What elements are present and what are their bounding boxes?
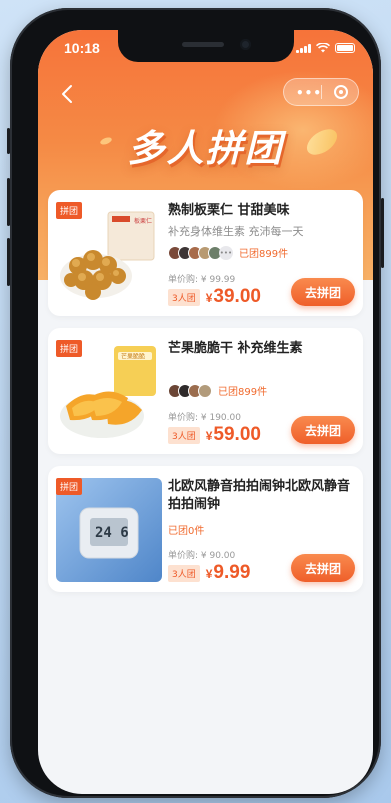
group-buy-tag: 拼团 [56, 202, 83, 219]
more-dots-icon[interactable]: ••• [296, 86, 322, 100]
product-card[interactable]: 板栗仁 拼团 熟制板栗仁 甘甜美味 补充身体维生素 充沛每一天 ••• 已团89… [48, 190, 363, 316]
svg-text:24 6: 24 6 [95, 525, 129, 541]
group-buy-tag: 拼团 [56, 340, 83, 357]
join-group-button[interactable]: 去拼团 [291, 278, 355, 306]
team-size-badge: 3人团 [168, 564, 200, 582]
team-size-badge: 3人团 [168, 288, 200, 306]
price-row: 3人团 ¥9.99 [168, 562, 250, 584]
record-circle-icon[interactable] [334, 85, 348, 99]
page-title: 多人拼团 [127, 127, 284, 170]
power-button [381, 198, 384, 268]
buyer-avatars: ••• 已团899件 [168, 245, 288, 260]
battery-icon [335, 43, 355, 53]
price-row: 3人团 ¥59.00 [168, 424, 261, 446]
joined-count: 已团0件 [168, 526, 205, 537]
phone-frame: 10:18 ••• 多人拼团 板栗仁 拼团 熟制板栗仁 甘甜美味 补充身体维生素… [7, 8, 384, 798]
unit-price: 单价购: ¥ 99.99 [168, 275, 236, 285]
capsule-divider [321, 85, 322, 99]
joined-count: 已团899件 [218, 387, 268, 398]
svg-text:板栗仁: 板栗仁 [134, 217, 152, 225]
mini-program-capsule: ••• [283, 78, 359, 106]
product-title[interactable]: 芒果脆脆干 补充维生素 [168, 340, 358, 358]
phone-screen: 10:18 ••• 多人拼团 板栗仁 拼团 熟制板栗仁 甘甜美味 补充身体维生素… [38, 30, 373, 794]
product-subtitle: 补充身体维生素 充沛每一天 [168, 225, 304, 238]
unit-price: 单价购: ¥ 90.00 [168, 551, 236, 561]
svg-text:芒果脆脆: 芒果脆脆 [121, 353, 145, 361]
avatar [198, 383, 212, 398]
product-title[interactable]: 北欧风静音拍拍闹钟北欧风静音拍拍闹钟 [168, 478, 358, 514]
group-price: ¥39.00 [205, 286, 261, 307]
unit-price: 单价购: ¥ 190.00 [168, 413, 241, 423]
group-price: ¥59.00 [205, 424, 261, 445]
wifi-icon [316, 43, 330, 53]
group-price: ¥9.99 [205, 562, 251, 583]
group-buy-tag: 拼团 [56, 478, 83, 495]
product-list: 板栗仁 拼团 熟制板栗仁 甘甜美味 补充身体维生素 充沛每一天 ••• 已团89… [48, 190, 363, 604]
mute-switch [7, 128, 10, 154]
product-card[interactable]: 芒果脆脆 拼团 芒果脆脆干 补充维生素 已团899件 单价购: ¥ 190.00… [48, 328, 363, 454]
status-icons [296, 43, 355, 53]
join-group-button[interactable]: 去拼团 [291, 554, 355, 582]
product-card[interactable]: 24 6 拼团 北欧风静音拍拍闹钟北欧风静音拍拍闹钟 已团0件 单价购: ¥ 9… [48, 466, 363, 592]
chevron-left-icon[interactable] [56, 82, 80, 106]
status-bar: 10:18 [38, 40, 373, 60]
more-avatars-icon: ••• [219, 245, 233, 260]
price-row: 3人团 ¥39.00 [168, 286, 261, 308]
signal-icon [296, 43, 311, 53]
product-title[interactable]: 熟制板栗仁 甘甜美味 [168, 202, 358, 220]
buyer-avatars: 已团899件 [168, 383, 267, 398]
team-size-badge: 3人团 [168, 426, 200, 444]
status-time: 10:18 [64, 40, 100, 56]
volume-down-button [7, 238, 10, 286]
join-group-button[interactable]: 去拼团 [291, 416, 355, 444]
joined-count: 已团899件 [239, 249, 289, 260]
volume-up-button [7, 178, 10, 226]
